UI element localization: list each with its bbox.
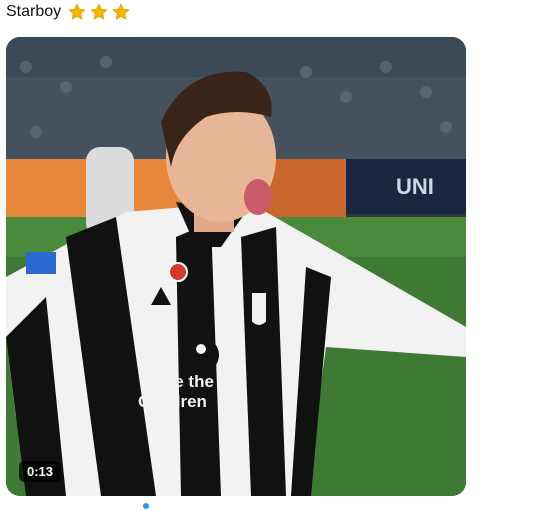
post-text: Starboy bbox=[6, 2, 131, 22]
video-frame: UNI Save the Children bbox=[6, 37, 466, 496]
video-player[interactable]: UNI Save the Children 0:13 bbox=[6, 37, 466, 496]
jersey-sponsor-line1: Save the bbox=[144, 372, 214, 391]
star-icon bbox=[89, 2, 109, 22]
video-duration-badge: 0:13 bbox=[19, 461, 62, 482]
jersey-sponsor-line2: Children bbox=[138, 392, 207, 411]
ad-board-text: UNI bbox=[396, 174, 434, 199]
post-caption: Starboy bbox=[6, 3, 62, 20]
carousel-dot-icon bbox=[143, 503, 149, 509]
star-icon bbox=[67, 2, 87, 22]
star-icon bbox=[111, 2, 131, 22]
